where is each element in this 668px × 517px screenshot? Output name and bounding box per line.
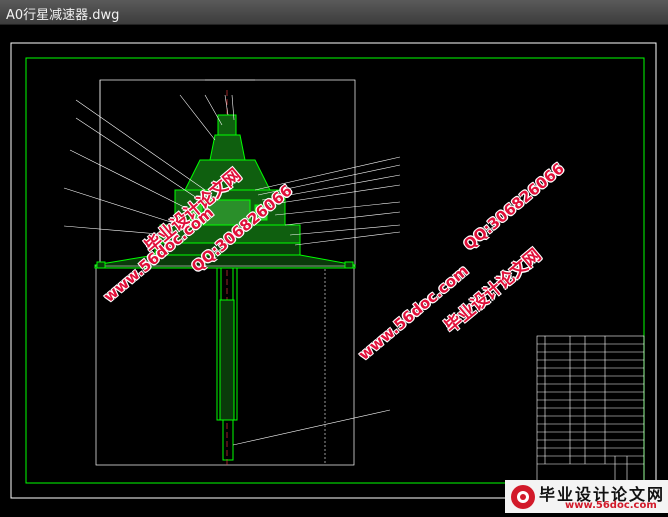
logo-url-text: www.56doc.com bbox=[565, 500, 657, 511]
outer-frame bbox=[10, 42, 657, 499]
window-title: A0行星减速器.dwg bbox=[6, 8, 120, 23]
drawing-canvas[interactable] bbox=[0, 25, 668, 513]
inner-frame bbox=[25, 57, 645, 484]
title-block bbox=[536, 335, 645, 484]
logo-emblem-icon bbox=[511, 485, 535, 509]
window-titlebar: A0行星减速器.dwg bbox=[0, 0, 668, 25]
site-logo: 毕业设计论文网 www.56doc.com bbox=[505, 480, 668, 513]
cad-drawing bbox=[10, 42, 657, 499]
